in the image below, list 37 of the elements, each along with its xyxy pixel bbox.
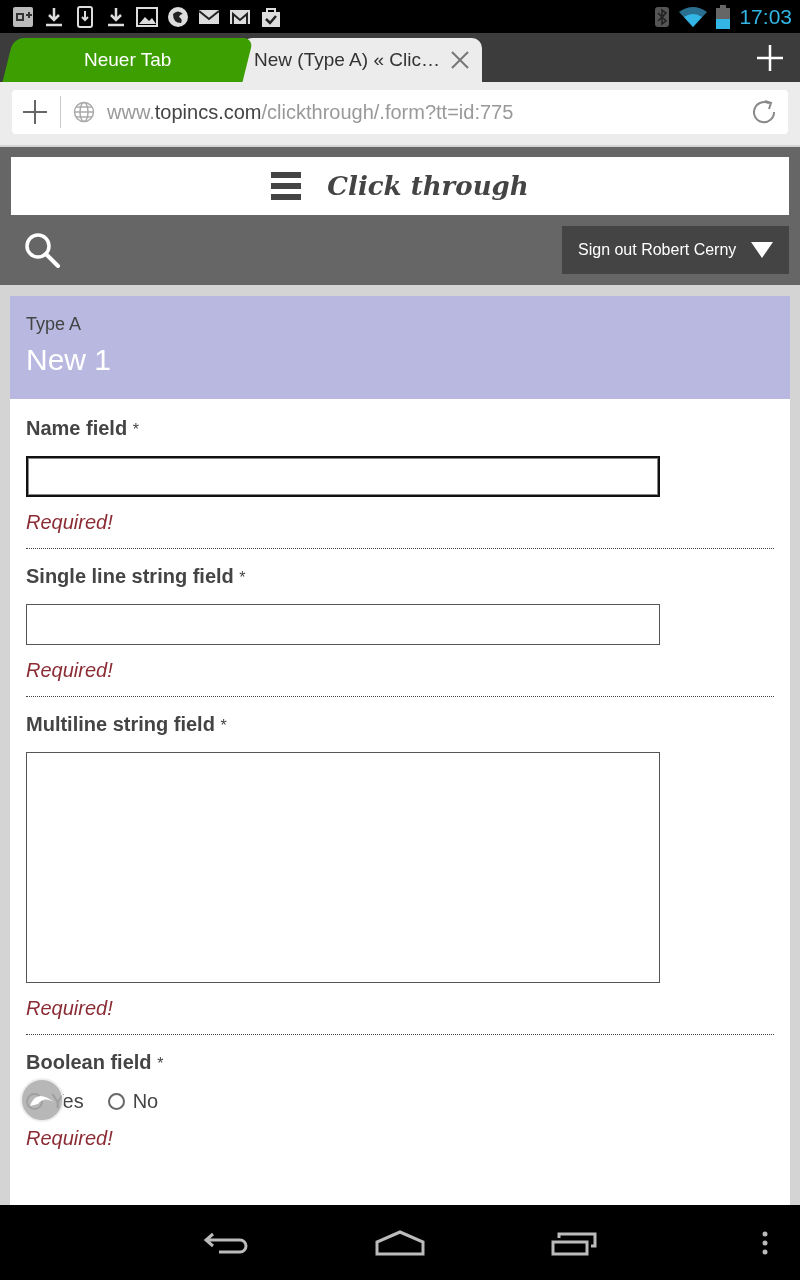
error-message: Required! [26, 511, 114, 534]
form-type: Type A [26, 314, 83, 335]
menu-icon[interactable] [271, 172, 302, 200]
search-icon[interactable] [23, 231, 61, 269]
home-icon[interactable] [375, 1229, 425, 1256]
google-plus-icon [12, 5, 34, 28]
error-message: Required! [26, 1127, 114, 1150]
input-field[interactable] [26, 456, 660, 497]
form-title: New 1 [26, 343, 113, 377]
error-message: Required! [26, 997, 114, 1020]
battery-icon [716, 4, 731, 29]
phone-download-icon [74, 5, 96, 28]
field-label: Single line string field * [26, 565, 247, 588]
user-menu-button[interactable]: Sign out Robert Cerny [562, 226, 789, 274]
error-message: Required! [26, 659, 114, 682]
browser-tab[interactable]: New (Type A) « Clic… [242, 38, 482, 82]
more-icon[interactable] [762, 1231, 768, 1255]
radio-option[interactable]: No [107, 1090, 159, 1113]
shopping-bag-icon [260, 5, 282, 28]
wifi-icon [679, 6, 708, 27]
new-tab-icon[interactable] [756, 43, 784, 72]
download-icon [105, 5, 127, 28]
add-icon[interactable] [22, 99, 48, 125]
close-icon[interactable] [449, 50, 470, 70]
field-label: Name field * [26, 417, 140, 440]
bluetooth-icon [654, 5, 671, 28]
status-time: 17:03 [739, 4, 792, 29]
site-title[interactable]: Click through [327, 171, 529, 201]
globe-icon [73, 101, 95, 123]
caret-icon [751, 242, 773, 258]
input-field[interactable] [26, 604, 660, 645]
image-icon [136, 5, 158, 28]
reload-icon[interactable] [750, 98, 778, 126]
field-label: Boolean field * [26, 1051, 165, 1074]
browser-icon [167, 5, 189, 28]
field-label: Multiline string field * [26, 713, 228, 736]
download-icon [43, 5, 65, 28]
